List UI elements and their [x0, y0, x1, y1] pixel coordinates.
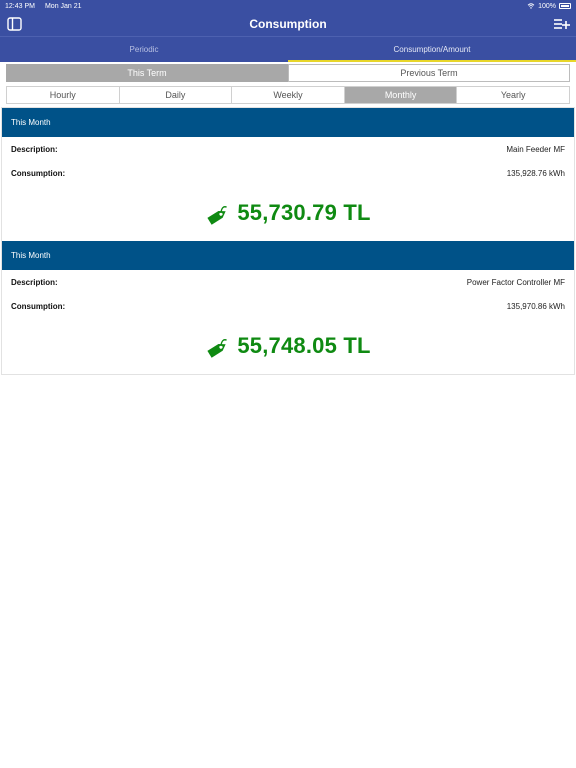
- description-value: Main Feeder MF: [506, 144, 565, 154]
- this-term-segment[interactable]: This Term: [6, 64, 288, 82]
- battery-icon: [559, 3, 571, 9]
- period-daily[interactable]: Daily: [120, 87, 233, 103]
- price-tag-icon: [207, 206, 228, 225]
- top-tabs: Periodic Consumption/Amount: [0, 36, 576, 62]
- tab-periodic[interactable]: Periodic: [0, 37, 288, 62]
- card-header: This Month: [2, 108, 574, 137]
- period-monthly[interactable]: Monthly: [344, 87, 458, 103]
- consumption-row: Consumption: 135,928.76 kWh: [2, 161, 574, 185]
- card-header: This Month: [2, 241, 574, 270]
- consumption-label: Consumption:: [11, 301, 66, 311]
- battery-percent: 100%: [538, 2, 556, 10]
- amount-value: 55,730.79 TL: [237, 200, 371, 225]
- description-label: Description:: [11, 144, 58, 154]
- wifi-icon: [527, 3, 535, 9]
- description-label: Description:: [11, 277, 58, 287]
- price-tag-icon: [207, 339, 228, 358]
- consumption-value: 135,928.76 kWh: [506, 168, 565, 178]
- previous-term-segment[interactable]: Previous Term: [288, 64, 570, 82]
- period-hourly[interactable]: Hourly: [7, 87, 120, 103]
- amount-display: 55,730.79 TL: [2, 185, 574, 241]
- description-value: Power Factor Controller MF: [466, 277, 565, 287]
- period-weekly[interactable]: Weekly: [232, 87, 345, 103]
- term-selector: This Term Previous Term: [6, 64, 570, 82]
- consumption-label: Consumption:: [11, 168, 66, 178]
- tab-consumption-amount[interactable]: Consumption/Amount: [288, 37, 576, 62]
- consumption-cards: This Month Description: Main Feeder MF C…: [1, 107, 575, 375]
- consumption-value: 135,970.86 kWh: [506, 301, 565, 311]
- page-title: Consumption: [249, 17, 327, 31]
- status-date: Mon Jan 21: [44, 2, 82, 10]
- sidebar-icon[interactable]: [7, 17, 22, 31]
- nav-bar: Consumption: [0, 12, 576, 36]
- status-time: 12:43 PM: [5, 2, 35, 10]
- amount-value: 55,748.05 TL: [237, 333, 371, 358]
- status-bar: 12:43 PM Mon Jan 21 100%: [0, 0, 576, 12]
- list-add-icon[interactable]: [553, 17, 570, 31]
- description-row: Description: Power Factor Controller MF: [2, 270, 574, 294]
- description-row: Description: Main Feeder MF: [2, 137, 574, 161]
- period-yearly[interactable]: Yearly: [457, 87, 569, 103]
- consumption-card: This Month Description: Power Factor Con…: [2, 241, 574, 374]
- consumption-row: Consumption: 135,970.86 kWh: [2, 294, 574, 318]
- amount-display: 55,748.05 TL: [2, 318, 574, 374]
- period-selector: Hourly Daily Weekly Monthly Yearly: [6, 86, 570, 104]
- consumption-card: This Month Description: Main Feeder MF C…: [2, 108, 574, 241]
